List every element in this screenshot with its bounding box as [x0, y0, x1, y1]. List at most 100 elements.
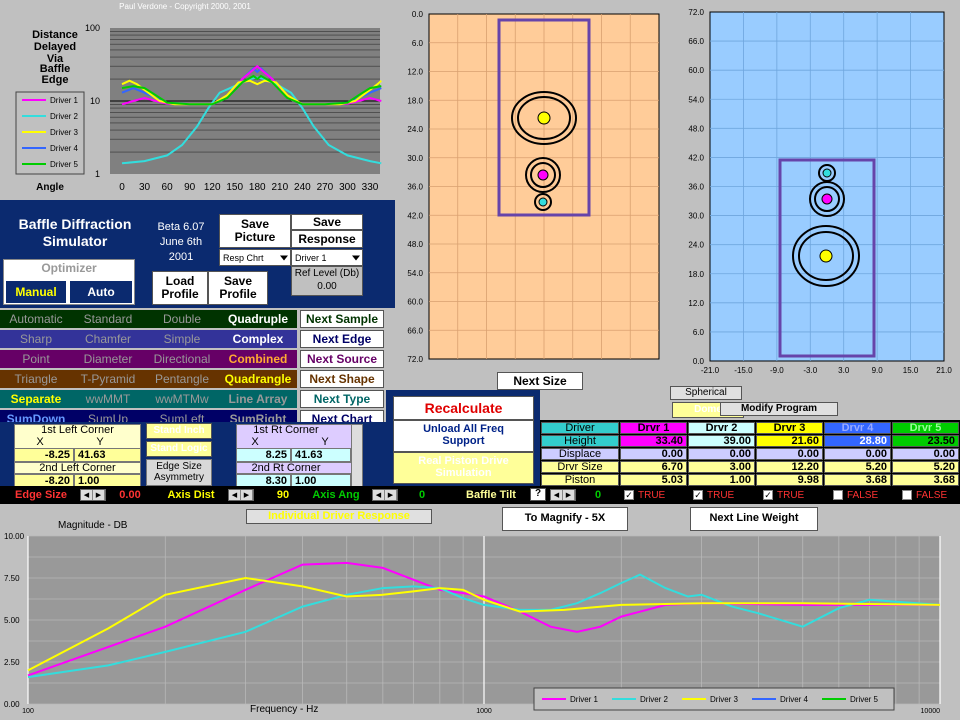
driver-cell[interactable]: 0.00 [620, 448, 687, 460]
option-item[interactable]: Double [146, 310, 218, 328]
option-item[interactable]: Standard [72, 310, 144, 328]
option-item[interactable]: Quadrangle [219, 370, 297, 388]
option-item[interactable]: wwMMT [72, 390, 144, 408]
driver-column-header[interactable]: Drvr 5 [892, 422, 959, 434]
to-magnify-button[interactable]: To Magnify - 5X [502, 507, 628, 531]
driver-column-header[interactable]: Drvr 2 [688, 422, 755, 434]
driver-cell[interactable]: 6.70 [620, 461, 687, 473]
option-item[interactable]: Pentangle [146, 370, 218, 388]
option-item[interactable]: Sharp [0, 330, 72, 348]
option-item[interactable]: Chamfer [72, 330, 144, 348]
option-item[interactable]: Point [0, 350, 72, 368]
driver-enabled-checkbox[interactable]: ✓ [763, 490, 773, 500]
next-option-button[interactable]: Next Source [300, 350, 384, 368]
driver-cell[interactable]: 0.00 [756, 448, 823, 460]
driver-cell[interactable]: 0.00 [688, 448, 755, 460]
option-item[interactable]: Triangle [0, 370, 72, 388]
driver-cell[interactable]: 3.00 [688, 461, 755, 473]
axis-ang-spinner[interactable]: ◀ ▶ [372, 489, 398, 501]
program-title: Baffle Diffraction Simulator [18, 216, 132, 249]
left-corner-1-label: 1st Left Corner [41, 423, 114, 436]
option-item[interactable]: Separate [0, 390, 72, 408]
driver-cell[interactable]: 3.68 [824, 474, 891, 486]
driver-column-header[interactable]: Drvr 4 [824, 422, 891, 434]
next-option-button[interactable]: Next Edge [300, 330, 384, 348]
driver-cell[interactable]: 23.50 [892, 435, 959, 447]
auto-button[interactable]: Auto [70, 281, 132, 303]
driver-cell[interactable]: 28.80 [824, 435, 891, 447]
option-item[interactable]: Quadruple [219, 310, 297, 328]
corner-scrollbar[interactable] [351, 424, 363, 487]
option-item[interactable]: Automatic [0, 310, 72, 328]
option-item[interactable]: wwMTMw [146, 390, 218, 408]
driver-cell[interactable]: 12.20 [756, 461, 823, 473]
next-option-button[interactable]: Next Type [300, 390, 384, 408]
response-button[interactable]: Response [291, 230, 363, 248]
driver-enabled-checkbox[interactable] [902, 490, 912, 500]
help-button[interactable]: ? [530, 488, 546, 501]
driver-cell[interactable]: 9.98 [756, 474, 823, 486]
next-size-button[interactable]: Next Size [497, 372, 583, 390]
modify-program-button[interactable]: Modify Program [720, 402, 838, 416]
driver-cell[interactable]: 33.40 [620, 435, 687, 447]
option-item[interactable]: Line Array [219, 390, 297, 408]
left-corner-1-x[interactable]: -8.25 [14, 448, 74, 462]
arrow-left-icon[interactable]: ◀ [551, 490, 563, 500]
load-profile-button[interactable]: Load Profile [152, 271, 208, 305]
left-corner-1-y-label: Y [96, 436, 104, 448]
driver-3-dot-side [819, 249, 833, 263]
driver-cell[interactable]: 5.20 [892, 461, 959, 473]
baffle-tilt-spinner[interactable]: ◀ ▶ [550, 489, 576, 501]
save-picture-button[interactable]: Save Picture [219, 214, 291, 248]
option-item[interactable]: Combined [219, 350, 297, 368]
edge-size-spinner[interactable]: ◀ ▶ [80, 489, 106, 501]
left-corner-1-y[interactable]: 41.63 [74, 448, 141, 462]
save-profile-button[interactable]: Save Profile [208, 271, 268, 305]
arrow-left-icon[interactable]: ◀ [81, 490, 93, 500]
ref-level-value[interactable]: 0.00 [292, 281, 362, 292]
driver-cell[interactable]: 3.68 [892, 474, 959, 486]
real-piston-button[interactable]: Real Piston Drive Simulation [393, 452, 534, 484]
driver-select[interactable]: Driver 1 [291, 249, 363, 266]
driver-enabled-checkbox[interactable]: ✓ [624, 490, 634, 500]
arrow-right-icon[interactable]: ▶ [563, 490, 575, 500]
next-option-button[interactable]: Next Sample [300, 310, 384, 328]
driver-cell[interactable]: 21.60 [756, 435, 823, 447]
side-baffle-ytick: 54.0 [688, 95, 704, 104]
save-button[interactable]: Save [291, 214, 363, 230]
driver-cell[interactable]: 5.03 [620, 474, 687, 486]
resp-chart-select[interactable]: Resp Chrt [219, 249, 291, 266]
next-line-weight-button[interactable]: Next Line Weight [690, 507, 818, 531]
option-item[interactable]: Diameter [72, 350, 144, 368]
rt-corner-1-y[interactable]: 41.63 [291, 448, 351, 462]
stand-logic-button[interactable]: Stand Logic [146, 441, 212, 457]
arrow-right-icon[interactable]: ▶ [93, 490, 105, 500]
driver-cell[interactable]: 5.20 [824, 461, 891, 473]
arrow-left-icon[interactable]: ◀ [373, 490, 385, 500]
option-item[interactable]: Simple [146, 330, 218, 348]
option-item[interactable]: Complex [219, 330, 297, 348]
rt-corner-1-x[interactable]: 8.25 [236, 448, 291, 462]
unload-all-button[interactable]: Unload All Freq Support [393, 420, 534, 452]
arrow-right-icon[interactable]: ▶ [241, 490, 253, 500]
driver-cell[interactable]: 0.00 [824, 448, 891, 460]
angle-xtick: 300 [339, 182, 356, 193]
arrow-right-icon[interactable]: ▶ [385, 490, 397, 500]
driver-cell[interactable]: 1.00 [688, 474, 755, 486]
stand-inch-button[interactable]: Stand Inch [146, 423, 212, 439]
driver-enabled-checkbox[interactable]: ✓ [693, 490, 703, 500]
arrow-left-icon[interactable]: ◀ [229, 490, 241, 500]
recalculate-button[interactable]: Recalculate [393, 396, 534, 420]
driver-cell[interactable]: 0.00 [892, 448, 959, 460]
next-option-button[interactable]: Next Shape [300, 370, 384, 388]
axis-dist-spinner[interactable]: ◀ ▶ [228, 489, 254, 501]
option-item[interactable]: T-Pyramid [72, 370, 144, 388]
driver-enabled-checkbox[interactable] [833, 490, 843, 500]
individual-driver-response-button[interactable]: Individual Driver Response [246, 509, 432, 524]
driver-column-header[interactable]: Drvr 1 [620, 422, 687, 434]
driver-cell[interactable]: 39.00 [688, 435, 755, 447]
driver-column-header[interactable]: Drvr 3 [756, 422, 823, 434]
option-item[interactable]: Directional [146, 350, 218, 368]
manual-button[interactable]: Manual [6, 281, 66, 303]
spherical-button[interactable]: Spherical [670, 386, 742, 400]
